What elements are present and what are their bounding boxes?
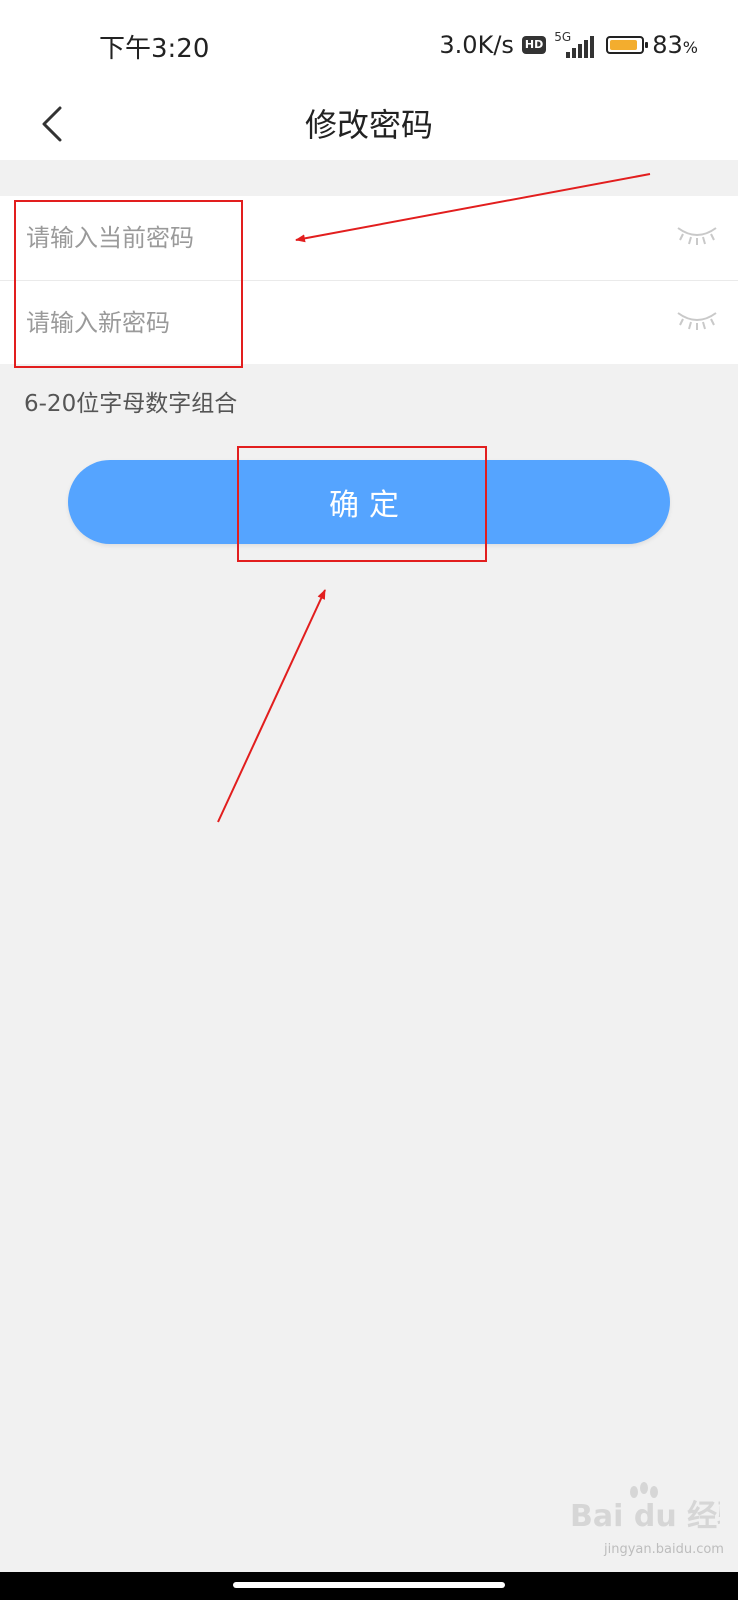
- gesture-bar: [0, 1572, 738, 1600]
- page-title: 修改密码: [304, 106, 433, 144]
- baidu-jingyan-watermark: Bai du 经验: [570, 1482, 720, 1534]
- password-hint: 6-20位字母数字组合: [24, 391, 238, 417]
- status-time: 下午3:20: [99, 34, 210, 64]
- home-indicator[interactable]: [233, 1582, 505, 1588]
- battery-icon: [606, 36, 649, 54]
- nav-bar: 修改密码: [0, 88, 738, 160]
- annotation-arrow-button: [217, 589, 326, 823]
- battery-level: 83%: [652, 31, 698, 59]
- annotation-box-inputs: [14, 200, 243, 368]
- eye-closed-icon[interactable]: [674, 222, 720, 250]
- signal-icon: 5G: [554, 30, 598, 60]
- status-bar: 下午3:20 3.0K/s HD 5G 83%: [0, 0, 738, 88]
- watermark-url: jingyan.baidu.com: [604, 1542, 724, 1557]
- network-speed: 3.0K/s: [439, 31, 514, 59]
- annotation-box-button: [237, 446, 487, 562]
- watermark-logo-text: Bai du 经验: [570, 1499, 720, 1534]
- eye-closed-icon[interactable]: [674, 307, 720, 335]
- hd-badge: HD: [521, 36, 547, 54]
- status-indicators: 3.0K/s HD 5G 83%: [439, 28, 698, 62]
